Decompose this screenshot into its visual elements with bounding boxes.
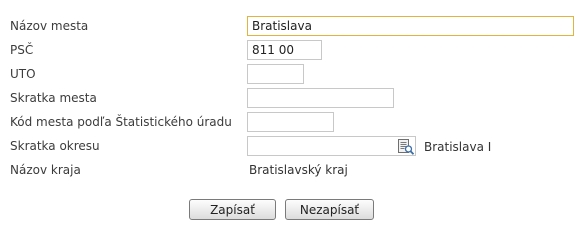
nazov-mesta-label: Názov mesta [10,19,89,33]
cancel-button[interactable]: Nezapísať [285,199,374,220]
nazov-kraja-value: Bratislavský kraj [249,163,348,177]
skratka-mesta-label: Skratka mesta [10,91,97,105]
save-button[interactable]: Zapísať [189,199,276,220]
skratka-okresu-input[interactable] [247,136,416,156]
skratka-okresu-label: Skratka okresu [10,139,100,153]
document-lookup-icon[interactable] [397,138,415,156]
okres-lookup-text: Bratislava I [424,140,492,154]
kod-mesta-input[interactable] [247,112,334,132]
nazov-kraja-label: Názov kraja [10,163,81,177]
psc-label: PSČ [10,43,34,57]
nazov-mesta-input[interactable] [247,16,574,36]
skratka-mesta-input[interactable] [247,88,394,108]
uto-input[interactable] [247,64,304,84]
psc-input[interactable] [247,40,322,60]
uto-label: UTO [10,67,36,81]
kod-mesta-label: Kód mesta podľa Štatistického úradu [10,115,232,129]
